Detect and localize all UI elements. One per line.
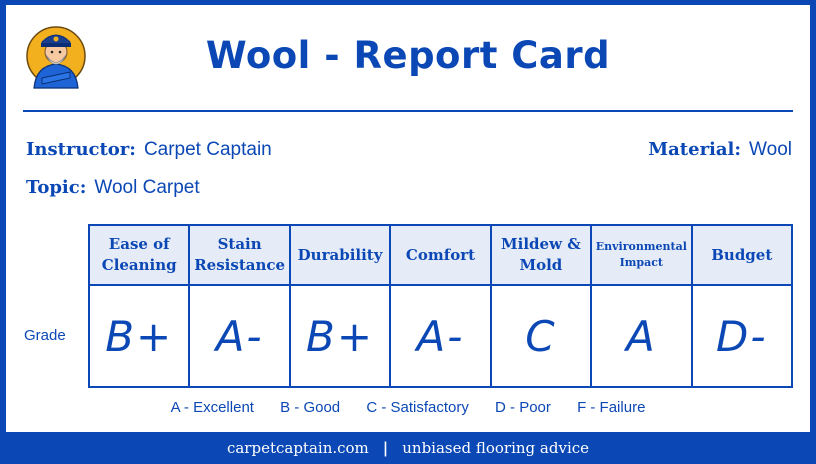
- material-line: Material: Wool: [648, 139, 792, 161]
- header-row: Ease of Cleaning Stain Resistance Durabi…: [87, 224, 794, 286]
- legend-item: C - Satisfactory: [366, 399, 469, 416]
- legend-item: A - Excellent: [170, 399, 254, 416]
- topic-line: Topic: Wool Carpet: [26, 177, 200, 199]
- footer-separator: |: [382, 439, 389, 457]
- instructor-label: Instructor:: [26, 139, 136, 160]
- material-value: Wool: [749, 139, 792, 160]
- grade-cell: D-: [690, 284, 794, 388]
- grade-cell: B+: [288, 284, 392, 388]
- grade-legend: A - Excellent B - Good C - Satisfactory …: [0, 399, 816, 416]
- grade-cell: A: [590, 284, 693, 388]
- footer-tagline: unbiased flooring advice: [402, 439, 590, 457]
- column-header: Stain Resistance: [188, 224, 291, 286]
- legend-item: D - Poor: [495, 399, 551, 416]
- footer: carpetcaptain.com | unbiased flooring advi…: [0, 439, 816, 457]
- page-title: Wool - Report Card: [205, 34, 611, 77]
- instructor-line: Instructor: Carpet Captain: [26, 139, 272, 161]
- column-header: Environmental Impact: [590, 224, 693, 286]
- grade-cell: C: [489, 284, 593, 388]
- column-header: Comfort: [389, 224, 492, 286]
- column-header: Budget: [690, 224, 794, 286]
- grade-cell: B+: [87, 284, 191, 388]
- material-label: Material:: [648, 139, 742, 160]
- title-divider: [23, 110, 793, 112]
- legend-item: B - Good: [280, 399, 341, 416]
- topic-label: Topic:: [26, 177, 87, 198]
- instructor-value: Carpet Captain: [143, 139, 272, 160]
- column-header: Ease of Cleaning: [87, 224, 191, 286]
- grade-cell: A-: [389, 284, 492, 388]
- grade-row: B+ A- B+ A- C A D-: [87, 284, 794, 388]
- column-header: Mildew & Mold: [489, 224, 593, 286]
- legend-item: F - Failure: [577, 399, 646, 416]
- grades-table: Ease of Cleaning Stain Resistance Durabi…: [87, 224, 794, 388]
- footer-site-link[interactable]: carpetcaptain.com: [227, 439, 369, 457]
- grade-row-label: Grade: [24, 327, 66, 344]
- grade-cell: A-: [188, 284, 291, 388]
- topic-value: Wool Carpet: [94, 177, 200, 198]
- column-header: Durability: [288, 224, 392, 286]
